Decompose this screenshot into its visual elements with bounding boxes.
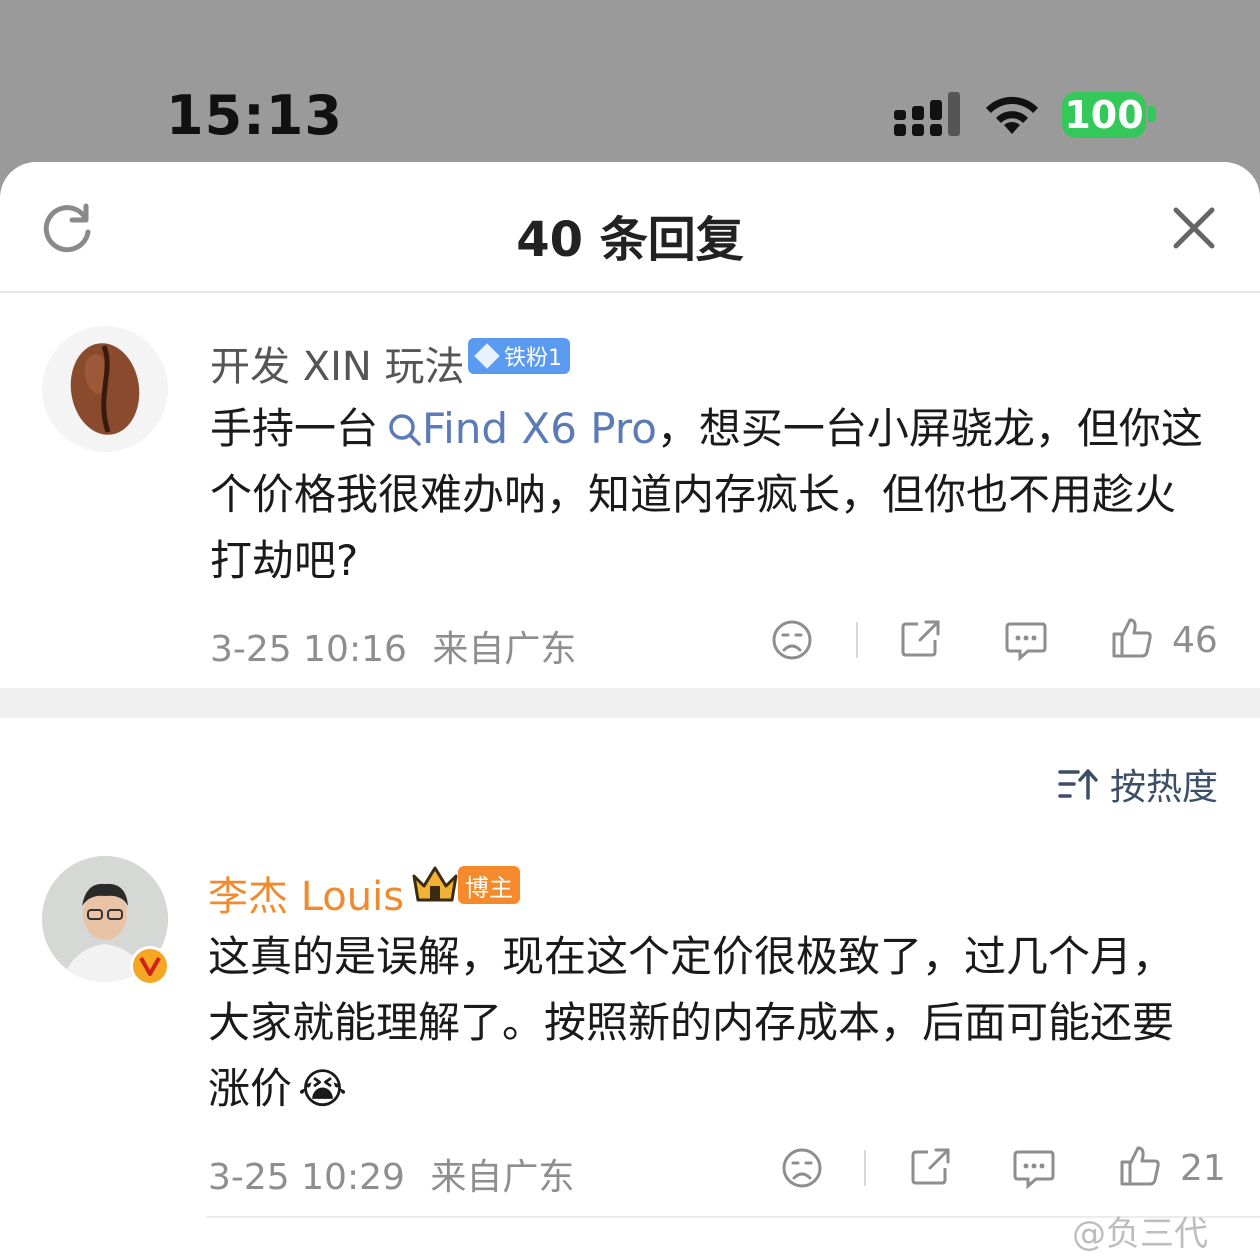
reply-text: 这真的是误解，现在这个定价很极致了，过几个月，大家就能理解了。按照新的内存成本，… [208, 932, 1175, 1113]
wifi-icon [986, 96, 1038, 134]
sheet-title: 40 条回复 [516, 212, 744, 268]
comment-location: 来自广东 [432, 629, 577, 670]
crown-icon [412, 866, 458, 902]
sort-label: 按热度 [1110, 767, 1219, 808]
comment-icon[interactable] [1004, 618, 1048, 662]
status-time: 15:13 [166, 84, 343, 147]
reply-like-count: 21 [1180, 1148, 1226, 1189]
dislike-face-icon[interactable] [770, 618, 814, 662]
reply-location: 来自广东 [430, 1157, 575, 1198]
battery-nub [1148, 106, 1156, 122]
search-icon [389, 414, 421, 446]
comment-timestamp: 3-25 10:16 [210, 629, 407, 670]
like-icon[interactable] [1110, 616, 1154, 660]
crying-emoji: 😭 [298, 1064, 348, 1113]
sort-by-popularity-button[interactable]: 按热度 [1058, 762, 1218, 808]
blogger-badge: 博主 [458, 866, 520, 904]
reply-share-icon[interactable] [908, 1144, 952, 1188]
reply-body: 这真的是误解，现在这个定价很极致了，过几个月，大家就能理解了。按照新的内存成本，… [208, 924, 1208, 1122]
reply-like-icon[interactable] [1118, 1144, 1162, 1188]
sort-icon [1058, 769, 1098, 800]
verified-v-icon [139, 957, 161, 976]
share-icon[interactable] [898, 616, 942, 660]
reply-username[interactable]: 李杰 Louis [208, 864, 404, 922]
coffee-bean-icon [70, 343, 140, 435]
replies-sheet: 40 条回复 开发 XIN 玩法 铁粉1 手持一台 Find X6 Pro，想买一… [0, 162, 1260, 1260]
reply-timestamp: 3-25 10:29 [208, 1157, 405, 1198]
product-link[interactable]: Find X6 Pro [422, 404, 657, 453]
diamond-icon [474, 343, 500, 369]
action-divider [856, 622, 858, 658]
comment-body: 手持一台 Find X6 Pro，想买一台小屏骁龙，但你这个价格我很难办呐，知道内… [210, 396, 1210, 594]
comment-meta: 3-25 10:16 来自广东 [210, 620, 576, 672]
comment-username[interactable]: 开发 XIN 玩法 [210, 334, 465, 392]
reply-meta: 3-25 10:29 来自广东 [208, 1148, 574, 1200]
section-separator [0, 688, 1260, 718]
like-count: 46 [1172, 620, 1218, 661]
watermark: @负三代 [1072, 1214, 1208, 1254]
reply-comment-icon[interactable] [1012, 1146, 1056, 1190]
cellular-signal-icon [894, 92, 960, 136]
battery-indicator: 100 [1062, 92, 1146, 138]
reply-dislike-face-icon[interactable] [780, 1146, 824, 1190]
status-bar: 15:13 100 [0, 0, 1260, 162]
close-icon[interactable] [1170, 204, 1218, 252]
comment-text-before: 手持一台 [210, 404, 379, 453]
sheet-header: 40 条回复 [0, 162, 1260, 293]
avatar[interactable] [42, 326, 168, 452]
verified-badge [130, 946, 170, 986]
reply-action-divider [864, 1150, 866, 1186]
fan-badge: 铁粉1 [468, 338, 570, 374]
fan-badge-label: 铁粉1 [504, 346, 562, 371]
